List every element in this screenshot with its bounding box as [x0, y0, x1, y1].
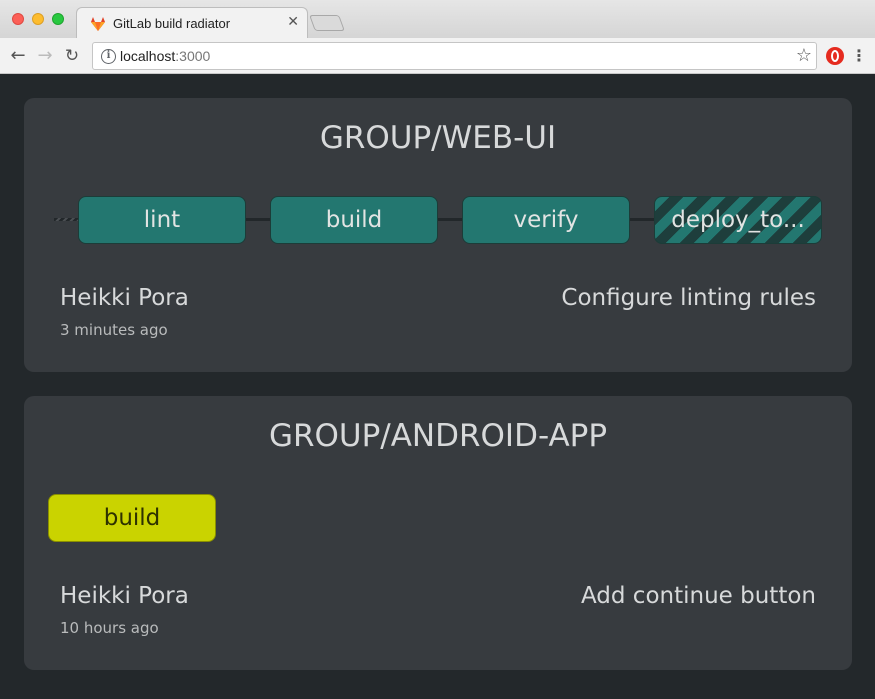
- commit-time: 10 hours ago: [60, 619, 159, 637]
- minimize-window-button[interactable]: [32, 13, 44, 25]
- stage-lint[interactable]: lint: [78, 196, 246, 244]
- gitlab-logo-icon: [91, 17, 105, 31]
- address-bar[interactable]: i localhost:3000 ☆: [92, 42, 817, 70]
- browser-tab-bar: GitLab build radiator ✕: [0, 0, 875, 38]
- url-text[interactable]: localhost:3000: [120, 48, 210, 64]
- reload-icon[interactable]: ↻: [60, 44, 84, 68]
- stage-deploy[interactable]: deploy_to...: [654, 196, 822, 244]
- info-icon[interactable]: i: [101, 49, 116, 64]
- opera-extension-icon[interactable]: [826, 47, 844, 65]
- pipeline-connector: [54, 218, 80, 221]
- commit-author: Heikki Pora: [60, 583, 189, 609]
- stage-build[interactable]: build: [270, 196, 438, 244]
- new-tab-button[interactable]: [309, 15, 345, 31]
- stage-verify[interactable]: verify: [462, 196, 630, 244]
- commit-message: Add continue button: [580, 583, 816, 609]
- pipeline-connector: [244, 218, 272, 221]
- tab-title: GitLab build radiator: [113, 16, 231, 31]
- project-card-android-app: GROUP/ANDROID-APP build Heikki Pora 10 h…: [24, 396, 852, 670]
- pipeline-connector: [436, 218, 464, 221]
- close-tab-icon[interactable]: ✕: [287, 14, 299, 30]
- stage-build[interactable]: build: [48, 494, 216, 542]
- bookmark-star-icon[interactable]: ☆: [796, 45, 812, 66]
- commit-time: 3 minutes ago: [60, 321, 168, 339]
- pipeline-connector: [628, 218, 656, 221]
- more-menu-icon[interactable]: ⋮: [851, 46, 867, 66]
- browser-toolbar: ← → ↻ i localhost:3000 ☆ ⋮: [0, 38, 875, 74]
- forward-arrow-icon[interactable]: →: [33, 44, 57, 68]
- project-title: GROUP/ANDROID-APP: [268, 418, 608, 454]
- back-arrow-icon[interactable]: ←: [6, 44, 30, 68]
- close-window-button[interactable]: [12, 13, 24, 25]
- commit-author: Heikki Pora: [60, 285, 189, 311]
- commit-message: Configure linting rules: [561, 285, 816, 311]
- maximize-window-button[interactable]: [52, 13, 64, 25]
- project-title: GROUP/WEB-UI: [319, 120, 557, 156]
- project-card-web-ui: GROUP/WEB-UI lint build verify deploy_to…: [24, 98, 852, 372]
- browser-tab[interactable]: GitLab build radiator ✕: [76, 7, 308, 38]
